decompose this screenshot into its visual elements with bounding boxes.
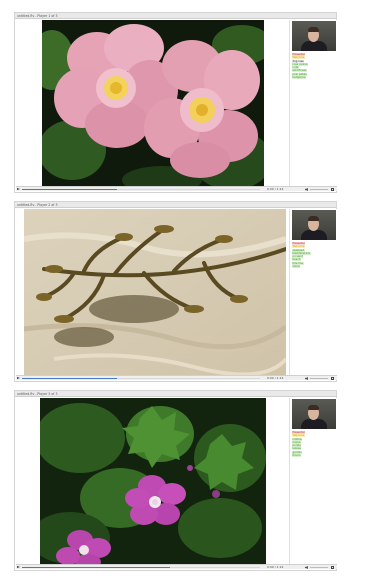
video-frame-mallow[interactable]	[40, 398, 266, 567]
player-panel-1: untitled.flv - Player 1 of 3 Presenter W…	[14, 12, 337, 193]
window-title: untitled.flv - Player 1 of 3	[17, 14, 58, 18]
chat-list: Presenter Welcome mallow malva purple le…	[292, 431, 336, 458]
player-panel-3: untitled.flv - Player 3 of 3 Presenter W…	[14, 390, 337, 571]
seek-bar[interactable]	[22, 566, 260, 569]
seek-bar[interactable]	[22, 188, 260, 191]
chat-message: bloom	[292, 454, 302, 458]
play-icon[interactable]	[17, 187, 20, 190]
play-icon[interactable]	[17, 565, 20, 568]
seek-progress	[22, 566, 170, 569]
time-display: 0:00 / 1:12	[267, 564, 284, 569]
window-title: untitled.flv - Player 2 of 3	[17, 203, 58, 207]
webcam-feed	[292, 399, 336, 429]
time-display: 0:00 / 1:12	[267, 186, 284, 191]
volume-icon[interactable]	[305, 188, 308, 191]
time-display: 0:00 / 1:12	[267, 375, 284, 380]
video-frame-roses[interactable]	[42, 20, 264, 189]
chat-list: Presenter Welcome seaweed bladderwrack o…	[292, 242, 336, 269]
titlebar: untitled.flv - Player 2 of 3	[15, 202, 336, 208]
sidebar: Presenter Welcome mallow malva purple le…	[289, 398, 337, 564]
seek-progress	[22, 188, 118, 191]
seek-bar[interactable]	[22, 377, 260, 380]
chat-list: Presenter Welcome dog rose rosa canina n…	[292, 53, 336, 80]
volume-icon[interactable]	[305, 566, 308, 569]
volume-slider[interactable]	[310, 566, 328, 569]
video-frame-seaweed[interactable]	[24, 209, 286, 378]
volume-slider[interactable]	[310, 377, 328, 380]
fullscreen-icon[interactable]	[331, 565, 335, 570]
control-bar: 0:00 / 1:12	[16, 186, 337, 192]
rose-image	[42, 20, 264, 189]
window-title: untitled.flv - Player 3 of 3	[17, 392, 58, 396]
video-viewer[interactable]	[16, 209, 287, 378]
sidebar: Presenter Welcome dog rose rosa canina n…	[289, 20, 337, 186]
fullscreen-icon[interactable]	[331, 376, 335, 381]
titlebar: untitled.flv - Player 1 of 3	[15, 13, 336, 19]
fullscreen-icon[interactable]	[331, 187, 335, 192]
volume-slider[interactable]	[310, 188, 328, 191]
webcam-feed	[292, 21, 336, 51]
video-viewer[interactable]	[16, 398, 287, 567]
control-bar: 0:00 / 1:12	[16, 564, 337, 570]
play-icon[interactable]	[17, 376, 20, 379]
control-bar: 0:00 / 1:12	[16, 375, 337, 381]
chat-message: shore	[292, 265, 301, 269]
webcam-feed	[292, 210, 336, 240]
titlebar: untitled.flv - Player 3 of 3	[15, 391, 336, 397]
seek-progress	[22, 377, 118, 380]
seaweed-image	[24, 209, 286, 378]
volume-icon[interactable]	[305, 377, 308, 380]
player-panel-2: untitled.flv - Player 2 of 3 Presenter W…	[14, 201, 337, 382]
chat-message: hedgerow	[292, 76, 306, 80]
video-viewer[interactable]	[16, 20, 287, 189]
mallow-image	[40, 398, 266, 567]
sidebar: Presenter Welcome seaweed bladderwrack o…	[289, 209, 337, 375]
